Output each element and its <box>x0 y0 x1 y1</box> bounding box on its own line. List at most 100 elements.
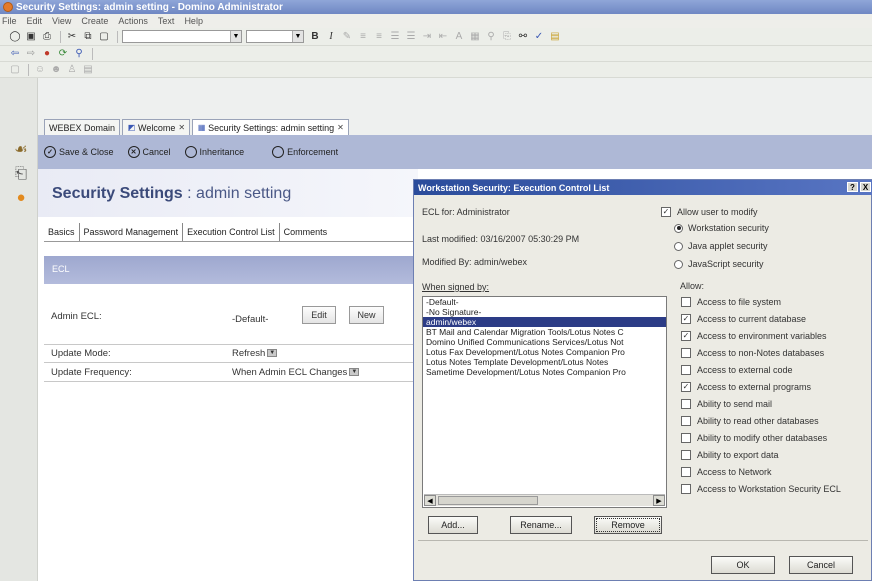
allow-checkbox[interactable]: Access to Network <box>681 467 772 477</box>
spellcheck-icon[interactable]: ✓ <box>532 30 546 43</box>
menu-help[interactable]: Help <box>184 16 203 26</box>
allow-checkbox[interactable]: Ability to modify other databases <box>681 433 827 443</box>
menu-actions[interactable]: Actions <box>118 16 148 26</box>
open-icon[interactable]: ◯ <box>8 30 22 43</box>
ok-button[interactable]: OK <box>711 556 775 574</box>
align-left-icon[interactable]: ≡ <box>356 30 370 43</box>
window-icon[interactable]: ▢ <box>8 63 22 76</box>
help-icon[interactable]: ? <box>847 182 858 192</box>
menu-view[interactable]: View <box>52 16 71 26</box>
signer-listbox[interactable]: -Default- -No Signature- admin/webex BT … <box>422 296 667 508</box>
update-mode-field[interactable]: Refresh ▼ <box>232 348 278 359</box>
tab-webex-domain[interactable]: WEBEX Domain <box>44 119 121 135</box>
document-icon[interactable]: ⎗ <box>12 164 30 182</box>
people-icon[interactable]: ☺ <box>33 63 47 76</box>
chevron-down-icon[interactable]: ▼ <box>267 349 278 358</box>
list-item[interactable]: Lotus Fax Development/Lotus Notes Compan… <box>423 347 666 357</box>
scroll-thumb[interactable] <box>438 496 538 505</box>
close-icon[interactable]: ✕ <box>337 123 344 132</box>
table-icon[interactable]: ▦ <box>468 30 482 43</box>
add-button[interactable]: Add... <box>428 516 478 534</box>
radio-javascript-security[interactable]: JavaScript security <box>674 259 764 269</box>
allow-checkbox[interactable]: Access to non-Notes databases <box>681 348 824 358</box>
highlighter-icon[interactable]: ✎ <box>340 30 354 43</box>
enforcement-button[interactable]: Enforcement <box>272 146 338 158</box>
home-icon[interactable]: ● <box>12 188 30 206</box>
menu-create[interactable]: Create <box>81 16 108 26</box>
allow-checkbox[interactable]: Access to external code <box>681 365 793 375</box>
allow-checkbox[interactable]: Ability to read other databases <box>681 416 819 426</box>
allow-user-modify-checkbox[interactable]: ✓ Allow user to modify <box>661 207 758 217</box>
scroll-right-icon[interactable]: ▶ <box>653 495 665 506</box>
font-combo[interactable]: ▼ <box>246 30 304 43</box>
list-item[interactable]: -No Signature- <box>423 307 666 317</box>
link-icon[interactable]: ⚲ <box>484 30 498 43</box>
style-combo[interactable]: ▼ <box>122 30 242 43</box>
menu-edit[interactable]: Edit <box>27 16 43 26</box>
tab-execution-control-list[interactable]: Execution Control List <box>183 223 280 241</box>
list-item[interactable]: -Default- <box>423 297 666 307</box>
search-icon[interactable]: ⚲ <box>72 47 86 60</box>
scroll-left-icon[interactable]: ◀ <box>424 495 436 506</box>
outdent-icon[interactable]: ⇤ <box>436 30 450 43</box>
chat-icon[interactable]: ☻ <box>49 63 63 76</box>
close-icon[interactable]: X <box>860 182 871 192</box>
text-properties-icon[interactable]: A <box>452 30 466 43</box>
allow-checkbox[interactable]: ✓ Access to external programs <box>681 382 811 392</box>
list-item[interactable]: BT Mail and Calendar Migration Tools/Lot… <box>423 327 666 337</box>
bold-icon[interactable]: B <box>308 30 322 43</box>
refresh-icon[interactable]: ⟳ <box>56 47 70 60</box>
allow-checkbox[interactable]: Ability to export data <box>681 450 779 460</box>
list-item[interactable]: Sametime Development/Lotus Notes Compani… <box>423 367 666 377</box>
align-center-icon[interactable]: ≡ <box>372 30 386 43</box>
allow-checkbox[interactable]: ✓ Access to environment variables <box>681 331 827 341</box>
tab-welcome[interactable]: ◩ Welcome ✕ <box>122 119 191 135</box>
paste-icon[interactable]: ▢ <box>97 30 111 43</box>
menu-file[interactable]: File <box>2 16 17 26</box>
list-item-selected[interactable]: admin/webex <box>423 317 666 327</box>
find-icon[interactable]: ⚯ <box>516 30 530 43</box>
calendar-icon[interactable]: ▤ <box>81 63 95 76</box>
radio-workstation-security[interactable]: Workstation security <box>674 223 769 233</box>
allow-checkbox[interactable]: Access to file system <box>681 297 781 307</box>
tab-security-settings[interactable]: ▦ Security Settings: admin setting ✕ <box>192 119 349 135</box>
edit-button[interactable]: Edit <box>302 306 336 324</box>
tab-basics[interactable]: Basics <box>44 223 80 241</box>
remove-button[interactable]: Remove <box>594 516 662 534</box>
print-icon[interactable]: ⎙ <box>40 30 54 43</box>
bookmark-icon[interactable]: ☙ <box>12 140 30 158</box>
dialog-cancel-button[interactable]: Cancel <box>789 556 853 574</box>
radio-java-applet-security[interactable]: Java applet security <box>674 241 768 251</box>
copy-icon[interactable]: ⧉ <box>81 30 95 43</box>
allow-checkbox-label: Access to current database <box>697 314 807 324</box>
horizontal-scrollbar[interactable]: ◀ ▶ <box>424 494 665 506</box>
allow-checkbox[interactable]: Ability to send mail <box>681 399 772 409</box>
attach-icon[interactable]: ⎘ <box>500 30 514 43</box>
back-icon[interactable]: ⇦ <box>8 47 22 60</box>
rename-button[interactable]: Rename... <box>510 516 572 534</box>
indent-icon[interactable]: ⇥ <box>420 30 434 43</box>
menu-text[interactable]: Text <box>158 16 175 26</box>
save-icon[interactable]: ▣ <box>24 30 38 43</box>
allow-checkbox[interactable]: ✓ Access to current database <box>681 314 806 324</box>
update-frequency-field[interactable]: When Admin ECL Changes ▼ <box>232 367 360 378</box>
inheritance-button[interactable]: Inheritance <box>184 146 244 158</box>
bullets-icon[interactable]: ☰ <box>388 30 402 43</box>
save-close-button[interactable]: ✓ Save & Close <box>44 146 114 158</box>
new-button[interactable]: New <box>349 306 384 324</box>
stop-icon[interactable]: ● <box>40 47 54 60</box>
cut-icon[interactable]: ✂ <box>65 30 79 43</box>
forward-icon[interactable]: ⇨ <box>24 47 38 60</box>
tab-password-management[interactable]: Password Management <box>80 223 184 241</box>
italic-icon[interactable]: I <box>324 30 338 43</box>
list-item[interactable]: Domino Unified Communications Services/L… <box>423 337 666 347</box>
close-icon[interactable]: ✕ <box>178 123 185 132</box>
properties-icon[interactable]: ▤ <box>548 30 562 43</box>
chevron-down-icon[interactable]: ▼ <box>349 368 360 377</box>
user-icon[interactable]: ♙ <box>65 63 79 76</box>
numbering-icon[interactable]: ☰ <box>404 30 418 43</box>
tab-comments[interactable]: Comments <box>280 223 332 241</box>
allow-checkbox[interactable]: Access to Workstation Security ECL <box>681 484 841 494</box>
cancel-button[interactable]: ✕ Cancel <box>127 146 171 158</box>
list-item[interactable]: Lotus Notes Template Development/Lotus N… <box>423 357 666 367</box>
